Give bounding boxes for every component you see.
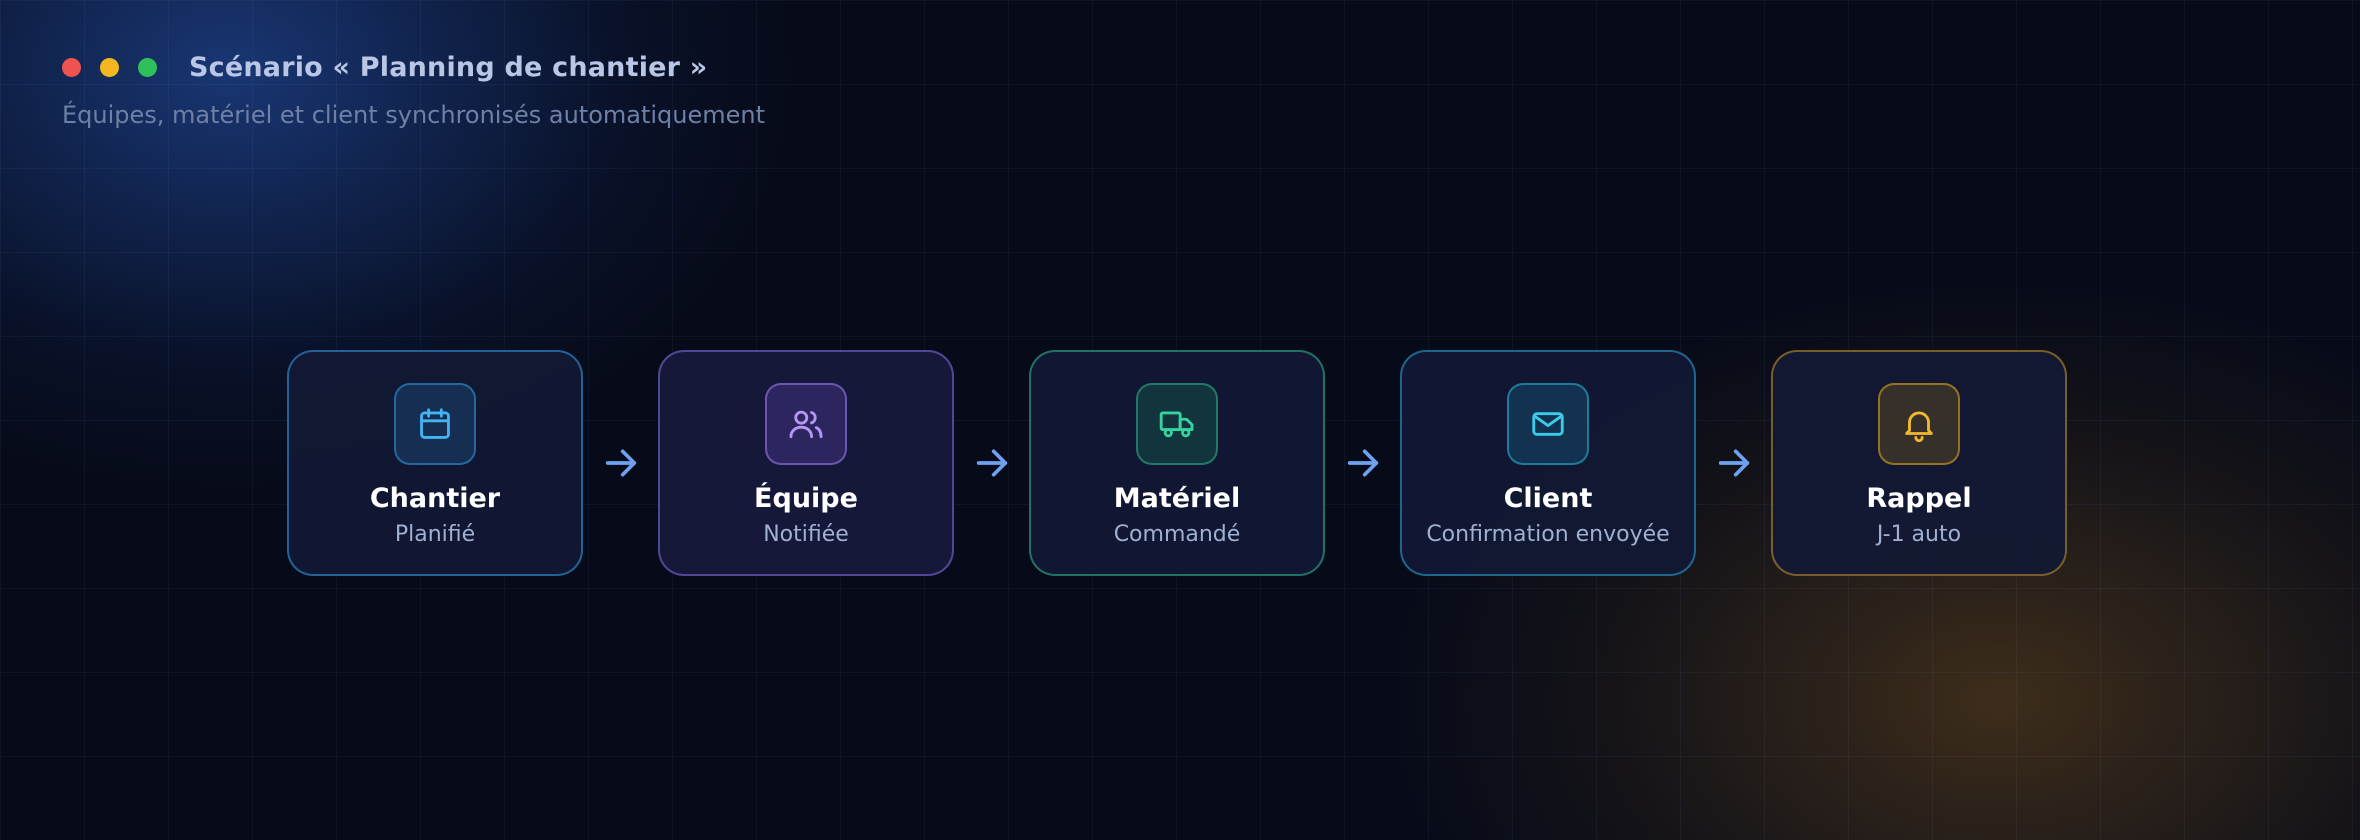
users-icon [789,410,823,439]
step-icon-box [765,383,847,465]
mail-icon [1532,412,1564,436]
step-title: Matériel [1113,483,1241,514]
close-dot[interactable] [62,58,81,77]
step-card-equipe[interactable]: Équipe Notifiée [658,350,954,576]
step-title: Rappel [1866,483,1972,514]
flow-arrow [1696,443,1771,483]
step-card-materiel[interactable]: Matériel Commandé [1029,350,1325,576]
arrow-right-icon [976,449,1007,477]
step-status: Planifié [394,522,476,547]
step-card-chantier[interactable]: Chantier Planifié [287,350,583,576]
scenario-title: Scénario « Planning de chantier » [189,52,708,83]
minimize-dot[interactable] [100,58,119,77]
step-card-rappel[interactable]: Rappel J-1 auto [1771,350,2067,576]
step-icon-box [1878,383,1960,465]
bell-icon [1905,411,1933,442]
step-title: Chantier [369,483,501,514]
step-icon-box [1507,383,1589,465]
step-status: Commandé [1113,522,1241,547]
workflow: Chantier Planifié Équipe Notifiée Matéri… [287,350,2067,576]
flow-arrow [954,443,1029,483]
flow-arrow [583,443,658,483]
scenario-subtitle: Équipes, matériel et client synchronisés… [62,101,766,129]
arrow-right-icon [605,449,636,477]
arrow-right-icon [1347,449,1378,477]
flow-arrow [1325,443,1400,483]
step-title: Client [1503,483,1593,514]
truck-icon [1159,411,1194,438]
title-row: Scénario « Planning de chantier » [62,52,765,83]
header: Scénario « Planning de chantier » Équipe… [62,52,765,129]
step-status: Confirmation envoyée [1426,522,1670,547]
step-icon-box [1136,383,1218,465]
step-icon-box [394,383,476,465]
step-title: Équipe [754,483,858,514]
step-card-client[interactable]: Client Confirmation envoyée [1400,350,1696,576]
maximize-dot[interactable] [138,58,157,77]
calendar-icon [420,408,450,439]
step-status: Notifiée [763,522,849,547]
arrow-right-icon [1718,449,1749,477]
step-status: J-1 auto [1876,522,1962,547]
